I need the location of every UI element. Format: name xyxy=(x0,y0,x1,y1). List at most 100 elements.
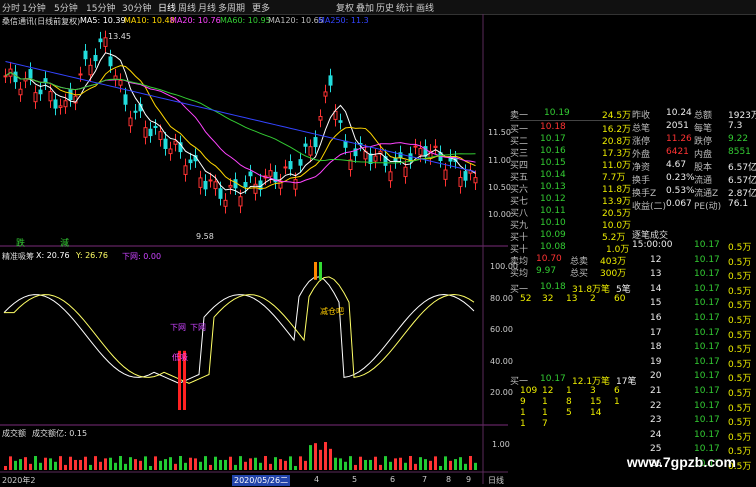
stats-button[interactable]: 统计 xyxy=(396,1,414,14)
overlay-button[interactable]: 叠加 xyxy=(356,1,374,14)
volume-bar xyxy=(244,461,247,470)
queue1-4: 60 xyxy=(614,294,626,304)
indicator-x-line xyxy=(3,276,475,384)
restore-right-button[interactable]: 复权 xyxy=(336,1,354,14)
volume-bar xyxy=(429,460,432,470)
tick-volume: 0.5万 xyxy=(728,272,752,283)
tab-period-weekly[interactable]: 周线 xyxy=(178,1,196,14)
volume-bars-group xyxy=(4,442,477,470)
tab-period-more[interactable]: 更多 xyxy=(252,1,270,14)
candle-body xyxy=(183,165,188,175)
candle-body xyxy=(313,137,318,148)
volume-bar xyxy=(139,460,142,470)
candle-body xyxy=(248,171,253,177)
stat-0-1: 10.24 xyxy=(666,108,692,118)
kline-chart[interactable] xyxy=(0,14,508,484)
stat-2-3: 9.22 xyxy=(728,134,749,144)
candle-body xyxy=(443,169,448,180)
history-button[interactable]: 历史 xyxy=(376,1,394,14)
ma250-line xyxy=(5,61,476,173)
volume-bar xyxy=(439,465,442,470)
candle-body xyxy=(38,89,43,95)
tab-period-30min[interactable]: 30分钟 xyxy=(122,1,151,14)
tick-time: 22 xyxy=(650,400,662,411)
watermark-text: www.7gpzb.com xyxy=(626,454,736,470)
volume-bar xyxy=(199,461,202,470)
bid-price-7: 10.11 xyxy=(540,206,566,216)
tab-period-1min[interactable]: 1分钟 xyxy=(22,1,46,14)
volume-bar xyxy=(144,456,147,470)
volume-bar xyxy=(14,460,17,470)
volume-bar xyxy=(409,456,412,470)
candle-body xyxy=(98,38,103,43)
candle-body xyxy=(68,89,73,101)
stat-7-0: 收益(二) xyxy=(632,202,667,212)
stat-3-0: 外盘 xyxy=(632,150,651,160)
volume-bar xyxy=(124,463,127,470)
tick-volume: 0.5万 xyxy=(728,374,752,385)
stat-5-1: 0.23% xyxy=(666,173,695,183)
volume-bar xyxy=(459,457,462,470)
volume-bar xyxy=(44,457,47,470)
tick-price: 10.17 xyxy=(694,283,720,294)
candle-body xyxy=(298,159,303,166)
tab-period-daily[interactable]: 日线 xyxy=(158,1,176,14)
candle-body xyxy=(3,75,8,78)
sell-signal-bar xyxy=(314,262,317,280)
volume-bar xyxy=(69,456,72,470)
volume-bar xyxy=(454,459,457,470)
draw-button[interactable]: 画线 xyxy=(416,1,434,14)
volume-bar xyxy=(434,456,437,470)
tick-volume: 0.5万 xyxy=(728,286,752,297)
tick-time: 23 xyxy=(650,415,662,426)
candle-body xyxy=(213,181,218,190)
candle-body xyxy=(228,184,233,188)
tick-price: 10.17 xyxy=(694,269,720,280)
stat-1-2: 每笔 xyxy=(694,124,713,134)
candle-body xyxy=(13,71,18,83)
volume-bar xyxy=(229,456,232,470)
candle-body xyxy=(283,166,288,169)
tick-volume: 0.5万 xyxy=(728,403,752,414)
volume-bar xyxy=(194,458,197,470)
volume-bar xyxy=(219,459,222,470)
candle-body xyxy=(133,110,138,113)
tab-period-15min[interactable]: 15分钟 xyxy=(86,1,115,14)
candle-body xyxy=(253,183,258,194)
stat-4-3: 6.57亿 xyxy=(728,163,756,173)
tab-period-fenshi[interactable]: 分时 xyxy=(2,1,20,14)
candle-body xyxy=(128,117,133,127)
order-book: 卖一 10.19 24.5万 买一 10.18 16.2万 买二 10.17 20.8万买… xyxy=(510,108,636,487)
volume-bar xyxy=(449,460,452,470)
bid-price-6: 10.12 xyxy=(540,194,566,204)
stat-4-2: 股本 xyxy=(694,163,713,173)
y-tick-1100: 11.00 xyxy=(488,156,511,165)
tab-period-monthly[interactable]: 月线 xyxy=(198,1,216,14)
queue1-1: 32 xyxy=(542,294,554,304)
volume-bar xyxy=(339,458,342,470)
volume-bar xyxy=(209,464,212,470)
volume-bar xyxy=(34,456,37,470)
volume-bar xyxy=(9,456,12,470)
candle-body xyxy=(233,179,238,189)
tick-price: 10.17 xyxy=(694,327,720,338)
volume-bar xyxy=(184,462,187,470)
queue2-2-3: 14 xyxy=(590,408,602,418)
candle-body xyxy=(168,148,173,155)
tab-period-multi[interactable]: 多周期 xyxy=(218,1,245,14)
volume-bar xyxy=(319,449,322,470)
volume-bar xyxy=(84,456,87,470)
high-price-label: 13.45 xyxy=(108,32,131,41)
tick-list[interactable]: 15:00:00 10.17 0.5万 12 10.17 0.5万 13 10.17 0.5万 1… xyxy=(632,240,756,480)
candle-body xyxy=(303,143,308,147)
candle-body xyxy=(28,69,33,79)
stat-2-1: 11.26 xyxy=(666,134,692,144)
indicator-extra-value: 下网: 0.00 xyxy=(122,252,162,261)
volume-bar xyxy=(129,457,132,470)
volume-bar xyxy=(344,461,347,470)
badge-jian: 減 xyxy=(60,239,70,249)
tab-period-5min[interactable]: 5分钟 xyxy=(54,1,78,14)
x-date-6: 6 xyxy=(390,475,396,484)
candle-body xyxy=(388,171,393,182)
tick-time: 20 xyxy=(650,371,662,382)
